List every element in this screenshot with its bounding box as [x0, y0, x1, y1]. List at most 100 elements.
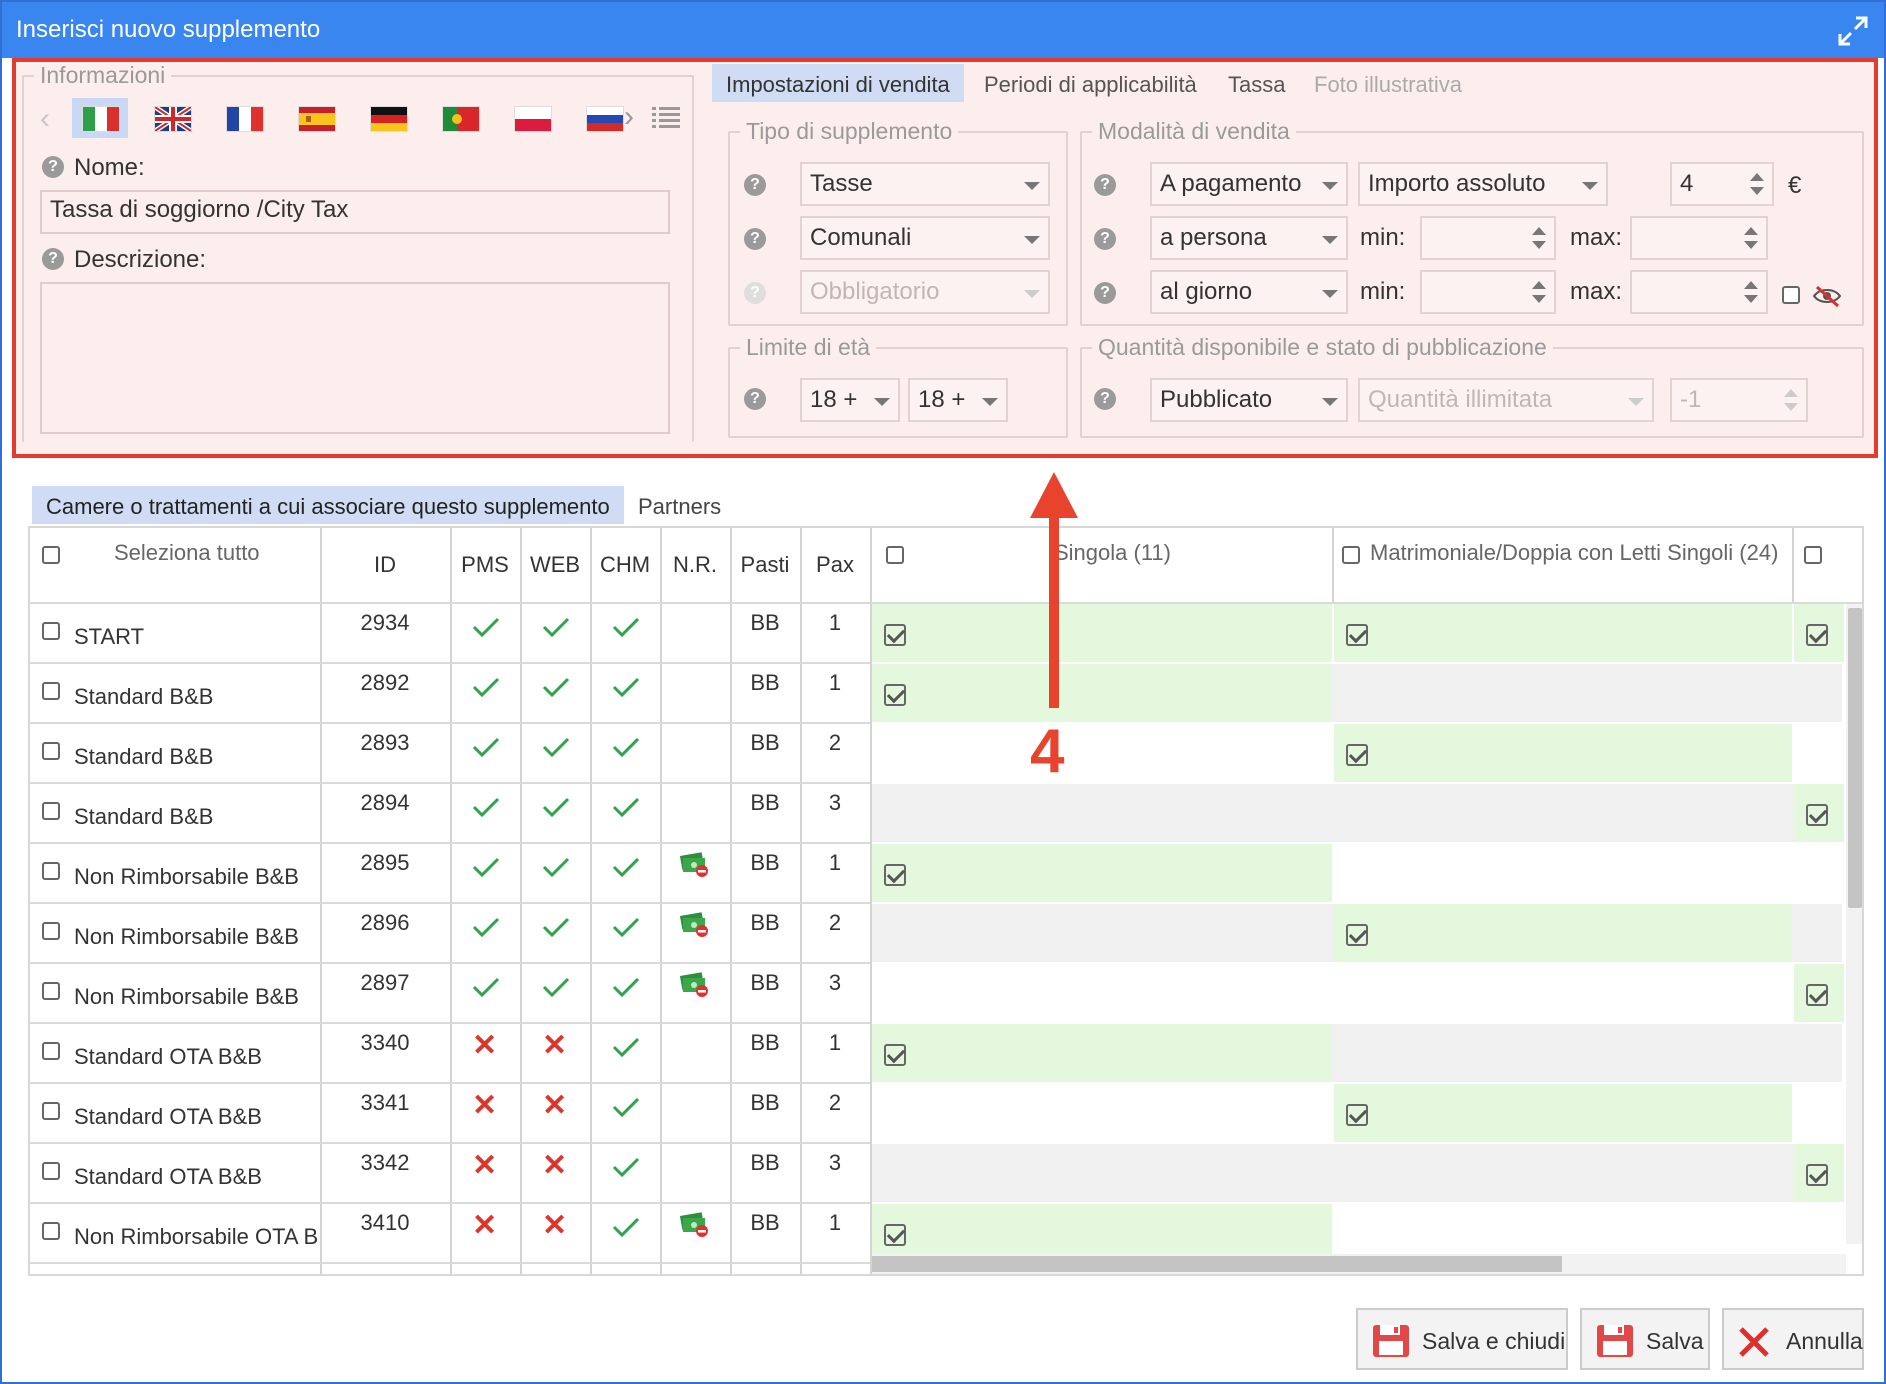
room-assigned-check[interactable] — [1346, 924, 1368, 946]
tab-photo[interactable]: Foto illustrativa — [1300, 64, 1476, 102]
freq-select[interactable]: al giorno — [1150, 270, 1348, 314]
help-icon: ? — [744, 282, 766, 304]
cancel-button[interactable]: Annulla — [1722, 1308, 1864, 1370]
help-icon[interactable]: ? — [1094, 228, 1116, 250]
help-icon[interactable]: ? — [1094, 174, 1116, 196]
age-to-select[interactable]: 18 + — [908, 378, 1008, 422]
room-assigned-check[interactable] — [884, 684, 906, 706]
room-assigned-check[interactable] — [884, 1044, 906, 1066]
quantity-value: Quantità illimitata — [1368, 386, 1553, 413]
row-checkbox[interactable] — [42, 862, 60, 880]
header-chm: CHM — [599, 552, 651, 577]
flag-pt-icon[interactable] — [442, 106, 480, 132]
tab-periods[interactable]: Periodi di applicabilità — [970, 64, 1211, 102]
horizontal-scroll-thumb[interactable] — [872, 1256, 1562, 1272]
select-all-checkbox[interactable] — [42, 546, 60, 564]
row-checkbox[interactable] — [42, 922, 60, 940]
maximize-icon[interactable] — [1836, 14, 1870, 48]
row-checkbox[interactable] — [42, 742, 60, 760]
list-icon[interactable] — [652, 106, 680, 128]
row-checkbox[interactable] — [42, 622, 60, 640]
row-pax: 1 — [828, 610, 842, 635]
subtype-select[interactable]: Comunali — [800, 216, 1050, 260]
row-name: Non Rimborsabile B&B — [74, 984, 299, 1009]
tab-rooms[interactable]: Camere o trattamenti a cui associare que… — [32, 486, 624, 524]
save-close-button[interactable]: Salva e chiudi — [1356, 1308, 1568, 1370]
row-checkbox[interactable] — [42, 1162, 60, 1180]
green-check-icon — [472, 797, 500, 818]
row-checkbox[interactable] — [42, 1042, 60, 1060]
flag-uk-icon[interactable] — [153, 104, 193, 134]
room-assigned-cell[interactable] — [872, 1024, 1332, 1082]
min-stepper[interactable] — [1420, 270, 1556, 314]
flag-ru-icon[interactable] — [586, 106, 624, 132]
room-assigned-check[interactable] — [1806, 624, 1828, 646]
room-assigned-cell[interactable] — [872, 604, 1332, 662]
per-select[interactable]: a persona — [1150, 216, 1348, 260]
row-checkbox[interactable] — [42, 802, 60, 820]
vertical-scroll-thumb[interactable] — [1848, 608, 1862, 908]
help-icon[interactable]: ? — [42, 248, 64, 270]
room-assigned-check[interactable] — [1806, 1164, 1828, 1186]
green-check-icon — [612, 977, 640, 998]
tab-tax[interactable]: Tassa — [1214, 64, 1299, 102]
age-from-select[interactable]: 18 + — [800, 378, 900, 422]
room-assigned-cell[interactable] — [1334, 724, 1792, 782]
max-stepper[interactable] — [1630, 270, 1768, 314]
room-assigned-check[interactable] — [1806, 984, 1828, 1006]
flag-es-icon[interactable] — [298, 106, 336, 132]
room-col-checkbox[interactable] — [1804, 546, 1822, 564]
help-icon[interactable]: ? — [744, 228, 766, 250]
column-divider — [1332, 528, 1334, 602]
amount-type-select[interactable]: Importo assoluto — [1358, 162, 1608, 206]
room-assigned-check[interactable] — [884, 864, 906, 886]
tab-partners[interactable]: Partners — [624, 486, 735, 524]
red-cross-icon: ✕ — [542, 1209, 568, 1242]
room-assigned-cell[interactable] — [872, 664, 1332, 722]
room-assigned-cell[interactable] — [1334, 1084, 1792, 1142]
row-pax: 3 — [828, 970, 842, 995]
max-label: max: — [1570, 224, 1623, 251]
help-icon[interactable]: ? — [744, 388, 766, 410]
payment-select[interactable]: A pagamento — [1150, 162, 1348, 206]
flag-pl-icon[interactable] — [514, 106, 552, 132]
room-assigned-check[interactable] — [884, 624, 906, 646]
tab-sale-settings[interactable]: Impostazioni di vendita — [712, 64, 964, 102]
row-checkbox[interactable] — [42, 1102, 60, 1120]
row-checkbox[interactable] — [42, 1222, 60, 1240]
room-assigned-check[interactable] — [884, 1224, 906, 1246]
help-icon[interactable]: ? — [1094, 282, 1116, 304]
flag-de-icon[interactable] — [370, 106, 408, 132]
help-icon[interactable]: ? — [42, 156, 64, 178]
description-label: Descrizione: — [74, 246, 207, 273]
close-icon — [1739, 1327, 1769, 1357]
row-checkbox[interactable] — [42, 982, 60, 1000]
room-assigned-cell[interactable] — [872, 844, 1332, 902]
room-assigned-check[interactable] — [1346, 744, 1368, 766]
help-icon[interactable]: ? — [744, 174, 766, 196]
room-assigned-cell[interactable] — [1334, 604, 1792, 662]
name-input[interactable]: Tassa di soggiorno /City Tax — [40, 190, 670, 234]
flag-it-icon[interactable] — [82, 106, 120, 132]
room-assigned-check[interactable] — [1346, 624, 1368, 646]
row-checkbox[interactable] — [42, 682, 60, 700]
type-select[interactable]: Tasse — [800, 162, 1050, 206]
room-assigned-check[interactable] — [1806, 804, 1828, 826]
min-stepper[interactable] — [1420, 216, 1556, 260]
row-id: 3410 — [360, 1210, 410, 1235]
max-stepper[interactable] — [1630, 216, 1768, 260]
room-assigned-cell[interactable] — [1334, 904, 1792, 962]
save-button[interactable]: Salva — [1580, 1308, 1710, 1370]
help-icon[interactable]: ? — [1094, 388, 1116, 410]
cancel-label: Annulla — [1786, 1328, 1863, 1354]
hide-checkbox[interactable] — [1782, 286, 1800, 304]
amount-stepper[interactable]: 4 — [1670, 162, 1774, 206]
description-textarea[interactable] — [40, 282, 670, 434]
room-col-checkbox[interactable] — [886, 546, 904, 564]
room-assigned-check[interactable] — [1346, 1104, 1368, 1126]
prev-arrow-icon[interactable]: ‹ — [40, 102, 50, 136]
status-select[interactable]: Pubblicato — [1150, 378, 1348, 422]
room-col-checkbox[interactable] — [1342, 546, 1360, 564]
next-arrow-icon[interactable]: › — [624, 100, 634, 134]
flag-fr-icon[interactable] — [226, 106, 264, 132]
